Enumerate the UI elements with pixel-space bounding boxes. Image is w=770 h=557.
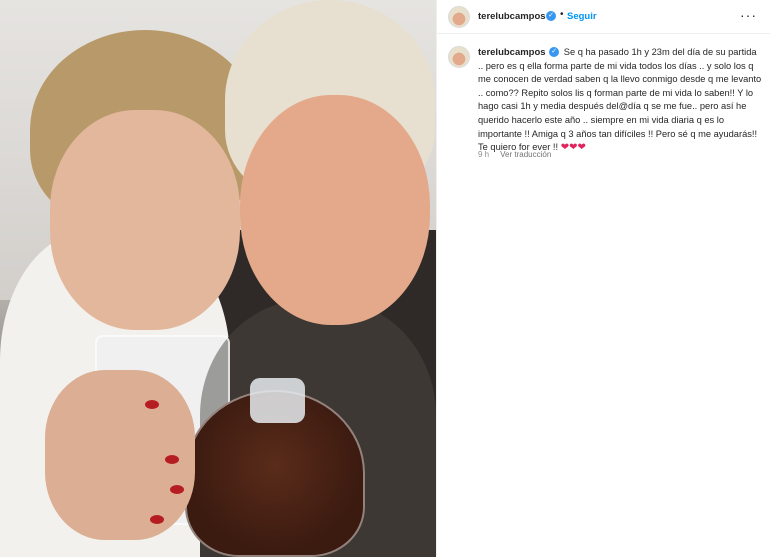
verified-badge-icon: ✓: [549, 46, 560, 57]
caption-avatar[interactable]: [448, 46, 470, 68]
right-person-face: [240, 95, 430, 325]
left-person-face: [50, 110, 240, 330]
caption-username[interactable]: terelubcampos: [478, 47, 546, 58]
more-options-icon[interactable]: ···: [740, 7, 757, 23]
caption-body: Se q ha pasado 1h y 23m del día de su pa…: [478, 47, 762, 153]
heart-emojis: ❤❤❤: [560, 142, 586, 154]
verified-badge-icon: ✓: [546, 11, 556, 21]
author-username[interactable]: terelubcampos: [478, 11, 546, 22]
caption-meta: 9 h Ver traducción: [478, 150, 551, 159]
caption-text: terelubcampos ✓ Se q ha pasado 1h y 23m …: [478, 46, 763, 155]
nail: [145, 400, 159, 409]
post-details-panel: terelubcampos ✓ • Seguir ··· terelubcamp…: [436, 0, 770, 557]
post-time: 9 h: [478, 150, 490, 159]
post-header: terelubcampos ✓ • Seguir ···: [437, 0, 770, 34]
ice-cube: [250, 378, 305, 423]
nail: [170, 485, 184, 494]
separator-dot: •: [560, 9, 564, 20]
follow-button[interactable]: Seguir: [567, 11, 597, 22]
post-photo[interactable]: [0, 0, 436, 557]
nail: [150, 515, 164, 524]
see-translation-link[interactable]: Ver traducción: [500, 150, 551, 159]
author-avatar[interactable]: [448, 6, 470, 28]
nail: [165, 455, 179, 464]
